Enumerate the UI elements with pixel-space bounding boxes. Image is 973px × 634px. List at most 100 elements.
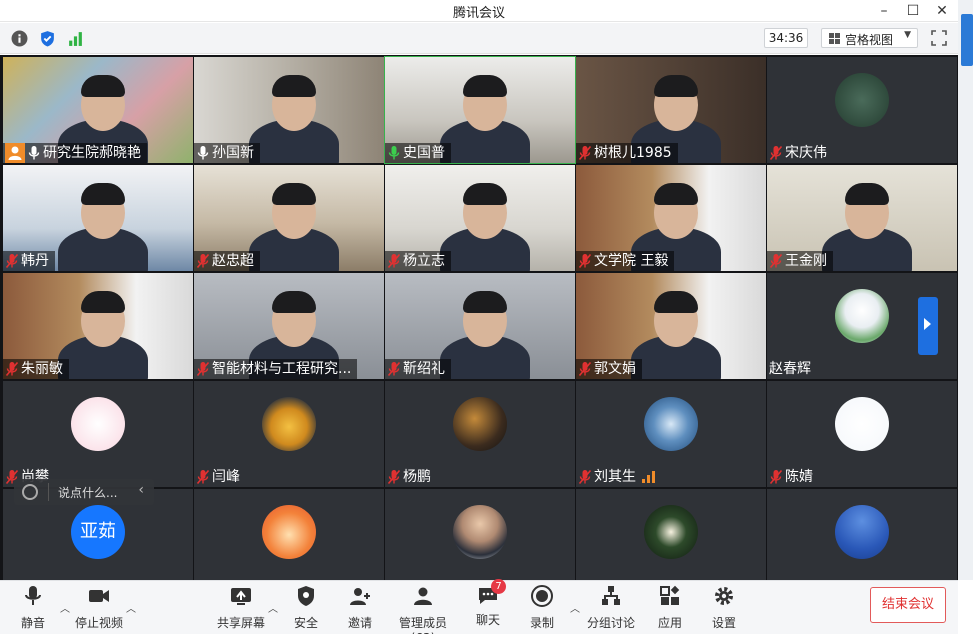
chevron-down-icon: ▼ bbox=[904, 30, 911, 40]
participant-nameplate: 王金刚 bbox=[767, 251, 833, 271]
next-page-button[interactable] bbox=[918, 297, 938, 355]
record-options-caret[interactable]: ︿ bbox=[570, 600, 580, 615]
mic-muted-icon bbox=[196, 469, 210, 485]
participant-avatar bbox=[262, 505, 316, 559]
mic-muted-icon bbox=[769, 469, 783, 485]
maximize-icon[interactable]: ☐ bbox=[901, 1, 925, 21]
fullscreen-icon[interactable] bbox=[931, 30, 947, 46]
participant-nameplate: 史国普 bbox=[385, 143, 451, 163]
share-options-caret[interactable]: ︿ bbox=[268, 600, 278, 615]
participant-name: 孙国新 bbox=[212, 145, 254, 161]
participant-name: 靳绍礼 bbox=[403, 361, 445, 377]
participant-nameplate: 杨立志 bbox=[385, 251, 451, 271]
weak-signal-icon bbox=[642, 471, 656, 483]
mic-muted-icon bbox=[769, 145, 783, 161]
participant-name: 闫峰 bbox=[212, 469, 240, 485]
participant-tile[interactable] bbox=[194, 489, 384, 580]
apps-icon bbox=[660, 585, 680, 605]
record-label: 录制 bbox=[529, 616, 554, 630]
apps-label: 应用 bbox=[657, 616, 682, 630]
mic-muted-icon bbox=[578, 361, 592, 377]
mute-label: 静音 bbox=[20, 616, 45, 630]
participant-tile[interactable]: 研究生院郝晓艳 bbox=[3, 57, 193, 163]
participant-name: 研究生院郝晓艳 bbox=[43, 145, 141, 161]
participant-tile[interactable] bbox=[767, 489, 957, 580]
avatar-initials: 亚茹 bbox=[80, 521, 116, 542]
participant-video-hair bbox=[463, 291, 507, 313]
participant-tile[interactable]: 赵忠超 bbox=[194, 165, 384, 271]
mic-muted-icon bbox=[196, 253, 210, 269]
mute-button[interactable]: 静音 bbox=[18, 584, 48, 632]
participant-tile[interactable]: 宋庆伟 bbox=[767, 57, 957, 163]
participant-tile[interactable]: 闫峰 bbox=[194, 381, 384, 487]
members-icon bbox=[414, 587, 432, 605]
participant-tile[interactable]: 史国普 bbox=[384, 56, 576, 164]
smile-icon[interactable] bbox=[22, 484, 38, 500]
settings-button[interactable]: 设置 bbox=[708, 584, 740, 632]
minimize-icon[interactable]: – bbox=[872, 1, 896, 21]
chat-label: 聊天 bbox=[475, 613, 500, 627]
participant-tile[interactable]: 韩丹 bbox=[3, 165, 193, 271]
participant-tile[interactable] bbox=[576, 489, 766, 580]
participant-nameplate: 郭文娟 bbox=[576, 359, 642, 379]
participant-avatar bbox=[835, 397, 889, 451]
participant-name: 史国普 bbox=[403, 145, 445, 161]
participant-nameplate: 闫峰 bbox=[194, 467, 246, 487]
participant-tile[interactable]: 靳绍礼 bbox=[385, 273, 575, 379]
mic-muted-icon bbox=[578, 469, 592, 485]
participant-tile[interactable]: 杨立志 bbox=[385, 165, 575, 271]
breakout-rooms-button[interactable]: 分组讨论 bbox=[586, 584, 636, 632]
participant-tile[interactable]: 孙国新 bbox=[194, 57, 384, 163]
view-mode-dropdown[interactable]: 宫格视图 ▼ bbox=[821, 28, 918, 48]
share-screen-button[interactable]: 共享屏幕 bbox=[216, 584, 266, 632]
mute-options-caret[interactable]: ︿ bbox=[60, 600, 70, 615]
participant-nameplate: 杨鹏 bbox=[385, 467, 437, 487]
participant-tile[interactable] bbox=[385, 489, 575, 580]
control-bar: 静音 ︿ 停止视频 ︿ 共享屏幕 ︿ 安全 邀请 管理成员(63) 7 bbox=[0, 579, 958, 634]
participant-tile[interactable]: 朱丽敏 bbox=[3, 273, 193, 379]
participant-avatar bbox=[453, 505, 507, 559]
signal-bars-icon[interactable] bbox=[67, 30, 84, 47]
participant-name: 宋庆伟 bbox=[785, 145, 827, 161]
microphone-icon bbox=[196, 145, 210, 161]
participant-tile[interactable]: 尚攀 bbox=[3, 381, 193, 487]
participant-tile[interactable]: 刘其生 bbox=[576, 381, 766, 487]
participant-tile[interactable]: 郭文娟 bbox=[576, 273, 766, 379]
side-strip-tab[interactable] bbox=[961, 14, 973, 66]
window-title: 腾讯会议 bbox=[452, 6, 505, 21]
mic-muted-icon bbox=[387, 469, 401, 485]
meeting-timer: 34:36 bbox=[764, 28, 808, 48]
participant-tile[interactable]: 文学院 王毅 bbox=[576, 165, 766, 271]
apps-button[interactable]: 应用 bbox=[654, 584, 686, 632]
participant-nameplate: 韩丹 bbox=[3, 251, 55, 271]
participant-tile[interactable]: 陈婧 bbox=[767, 381, 957, 487]
chevron-left-icon[interactable]: ‹ bbox=[138, 482, 144, 498]
record-button[interactable]: 录制 bbox=[526, 584, 558, 632]
video-options-caret[interactable]: ︿ bbox=[126, 600, 136, 615]
video-grid: 研究生院郝晓艳 孙国新 史国普 树根儿1985 宋庆伟韩丹 赵忠超 杨立志 文学院 王毅 王金刚… bbox=[0, 55, 958, 580]
security-button[interactable]: 安全 bbox=[290, 584, 322, 632]
chat-placeholder: 说点什么... bbox=[58, 486, 118, 500]
participant-avatar bbox=[644, 397, 698, 451]
manage-members-label: 管理成员(63) bbox=[398, 616, 447, 634]
close-icon[interactable]: ✕ bbox=[930, 1, 954, 21]
chat-button[interactable]: 7 聊天 bbox=[472, 579, 506, 632]
participant-tile[interactable]: 树根儿1985 bbox=[576, 57, 766, 163]
quick-chat-input[interactable]: 说点什么... ‹ bbox=[14, 479, 154, 505]
participant-tile[interactable]: 王金刚 bbox=[767, 165, 957, 271]
participant-tile[interactable]: 杨鹏 bbox=[385, 381, 575, 487]
shield-icon[interactable] bbox=[39, 30, 56, 47]
participant-name: 郭文娟 bbox=[594, 361, 636, 377]
chevron-right-icon bbox=[924, 318, 931, 330]
participant-nameplate: 树根儿1985 bbox=[576, 143, 678, 163]
info-icon[interactable] bbox=[11, 30, 28, 47]
security-label: 安全 bbox=[293, 616, 318, 630]
participant-avatar bbox=[262, 397, 316, 451]
gear-icon bbox=[715, 587, 733, 605]
end-meeting-button[interactable]: 结束会议 bbox=[870, 587, 946, 623]
participant-tile[interactable]: 智能材料与工程研究... bbox=[194, 273, 384, 379]
participant-name: 陈婧 bbox=[785, 469, 813, 485]
invite-button[interactable]: 邀请 bbox=[344, 584, 376, 632]
manage-members-button[interactable]: 管理成员(63) bbox=[388, 584, 458, 634]
stop-video-button[interactable]: 停止视频 bbox=[74, 584, 124, 632]
